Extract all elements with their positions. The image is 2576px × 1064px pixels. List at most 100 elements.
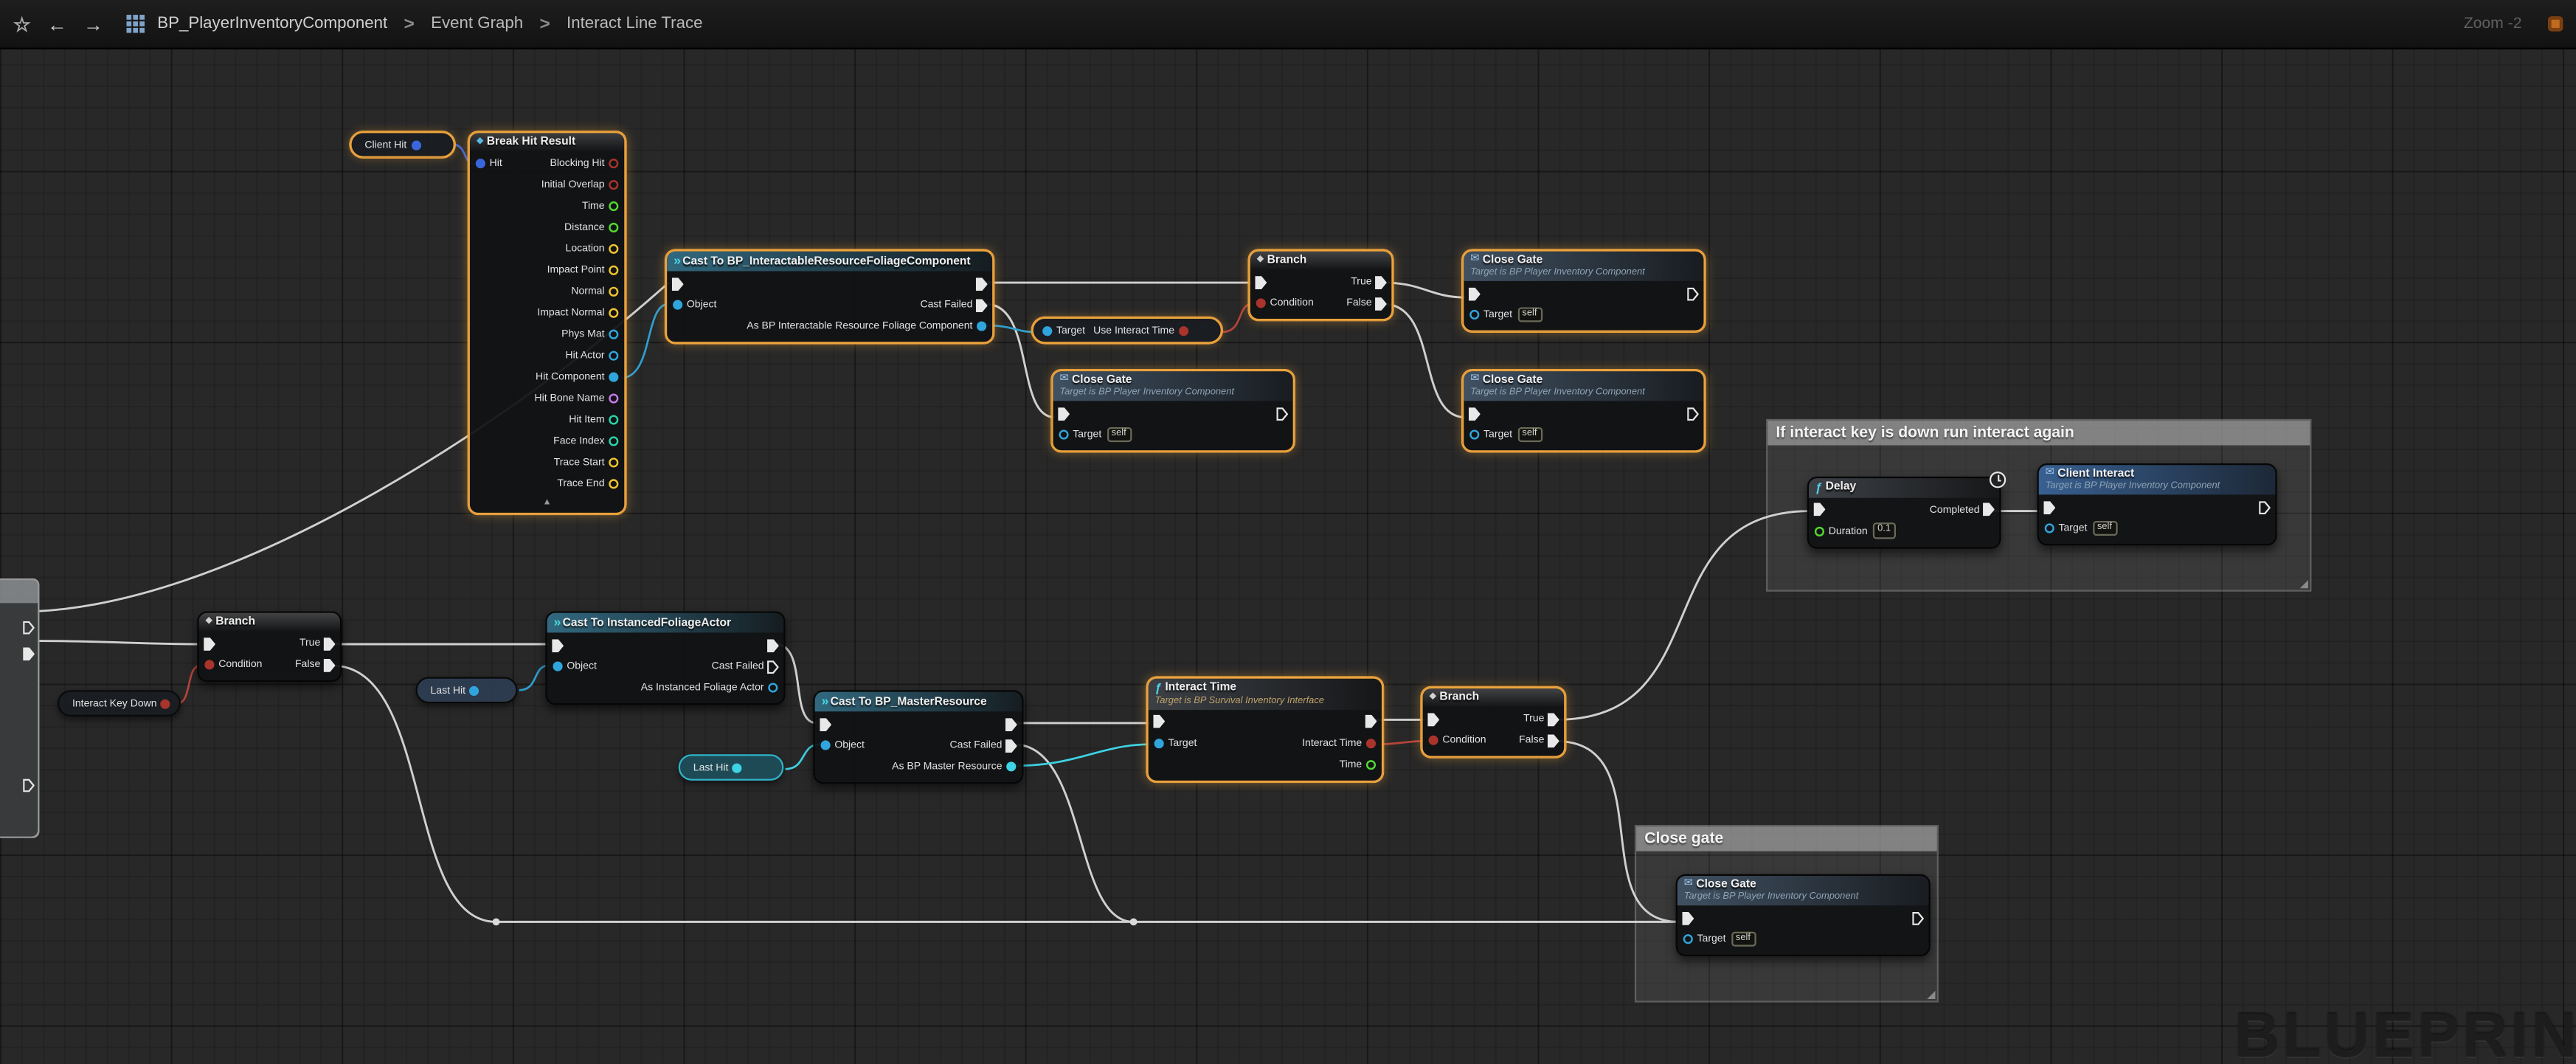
float-pin[interactable] xyxy=(608,201,620,213)
exec-pin[interactable] xyxy=(23,639,35,669)
exec-pin[interactable] xyxy=(204,637,215,650)
bool-pin[interactable] xyxy=(608,179,620,191)
cast-to-bp-interactable-resource-foliage-component[interactable]: »Cast To BP_InteractableResourceFoliageC… xyxy=(665,250,994,344)
object-pin[interactable] xyxy=(1469,429,1481,441)
exec-pin[interactable] xyxy=(1548,712,1559,725)
struct-pin[interactable] xyxy=(410,139,422,151)
node-header[interactable]: ◆Break Hit Result xyxy=(470,133,624,151)
node-header[interactable]: »Cast To InstancedFoliageActor xyxy=(547,613,784,633)
exec-pin[interactable] xyxy=(1469,407,1481,420)
int-pin[interactable] xyxy=(608,435,620,447)
delay[interactable]: ƒDelayCompletedDuration0.1 xyxy=(1807,477,2001,548)
comment-title[interactable]: Close gate xyxy=(1636,826,1937,851)
interact-key-down-pill[interactable]: Interact Key Down xyxy=(58,690,181,716)
corner-icon[interactable] xyxy=(2548,16,2563,31)
pin-value-box[interactable]: 0.1 xyxy=(1872,523,1895,539)
bool-pin[interactable] xyxy=(608,158,620,170)
client-interact[interactable]: ✉Client InteractTarget is BP Player Inve… xyxy=(2037,463,2277,545)
favorite-star-icon[interactable]: ☆ xyxy=(13,14,31,34)
object-pin[interactable] xyxy=(552,660,564,672)
node-header[interactable]: ◆Branch xyxy=(1423,688,1565,706)
object-pin[interactable] xyxy=(608,328,620,340)
bool-pin[interactable] xyxy=(1177,325,1189,336)
exec-pin[interactable] xyxy=(1365,715,1377,728)
exec-pin[interactable] xyxy=(1058,407,1070,420)
exec-pin[interactable] xyxy=(1983,502,1995,516)
bool-pin[interactable] xyxy=(160,697,172,709)
pin-value-box[interactable]: self xyxy=(1517,307,1542,322)
vector-pin[interactable] xyxy=(608,286,620,298)
object-pin[interactable] xyxy=(608,350,620,362)
graph-canvas[interactable]: BLUEPRINT xyxy=(0,0,2576,1064)
exec-pin[interactable] xyxy=(1005,739,1017,752)
exec-pin[interactable] xyxy=(1912,911,1924,925)
grid-icon[interactable] xyxy=(126,15,131,20)
object-pin[interactable] xyxy=(1042,325,1053,336)
pin-value-box[interactable]: self xyxy=(2092,520,2116,536)
comment-resize-handle[interactable] xyxy=(1927,991,1935,999)
exec-pin[interactable] xyxy=(2043,500,2055,514)
bool-pin[interactable] xyxy=(1255,297,1267,309)
interact-time[interactable]: ƒInteract TimeTarget is BP Survival Inve… xyxy=(1146,677,1383,781)
use-interact-time-pill[interactable]: TargetUse Interact Time xyxy=(1032,317,1222,344)
pin-value-box[interactable]: self xyxy=(1731,931,1755,947)
name-pin[interactable] xyxy=(608,393,620,404)
exec-pin[interactable] xyxy=(1153,715,1165,728)
exec-pin[interactable] xyxy=(1687,287,1699,300)
breadcrumb-item-interact-line-trace[interactable]: Interact Line Trace xyxy=(567,15,702,32)
exec-pin[interactable] xyxy=(1375,275,1387,289)
breadcrumb-item-event-graph[interactable]: Event Graph xyxy=(431,15,523,32)
exec-pin[interactable] xyxy=(820,717,831,730)
exec-pin[interactable] xyxy=(324,637,336,650)
float-pin[interactable] xyxy=(608,222,620,234)
vector-pin[interactable] xyxy=(608,478,620,490)
exec-pin[interactable] xyxy=(976,298,988,311)
close-gate-under-pill[interactable]: ✉Close GateTarget is BP Player Inventory… xyxy=(1051,370,1295,452)
exec-pin[interactable] xyxy=(552,638,564,652)
int-pin[interactable] xyxy=(608,414,620,426)
offscreen-node[interactable] xyxy=(0,578,39,838)
exec-pin[interactable] xyxy=(1255,275,1267,289)
close-gate-right-1[interactable]: ✉Close GateTarget is BP Player Inventory… xyxy=(1462,250,1706,332)
comment-resize-handle[interactable] xyxy=(2300,580,2308,588)
bool-pin[interactable] xyxy=(1427,734,1439,746)
node-header[interactable]: ✉Close GateTarget is BP Player Inventory… xyxy=(1464,371,1703,401)
node-header[interactable]: ✉Close GateTarget is BP Player Inventory… xyxy=(1677,876,1929,905)
object-pin[interactable] xyxy=(976,320,988,332)
node-header[interactable]: ✉Client InteractTarget is BP Player Inve… xyxy=(2039,465,2276,494)
node-header[interactable]: »Cast To BP_InteractableResourceFoliageC… xyxy=(667,252,992,272)
object-pin[interactable] xyxy=(1153,737,1165,749)
pin-value-box[interactable]: self xyxy=(1107,426,1131,442)
object-pin[interactable] xyxy=(469,685,481,697)
close-gate-bottom[interactable]: ✉Close GateTarget is BP Player Inventory… xyxy=(1676,874,1931,956)
node-header[interactable]: »Cast To BP_MasterResource xyxy=(815,692,1022,712)
exec-pin[interactable] xyxy=(1687,407,1699,420)
object-pin[interactable] xyxy=(1682,933,1694,945)
exec-pin[interactable] xyxy=(324,658,336,671)
vector-pin[interactable] xyxy=(608,307,620,319)
node-header[interactable]: ✉Close GateTarget is BP Player Inventory… xyxy=(1464,252,1703,281)
comment-title[interactable]: If interact key is down run interact aga… xyxy=(1767,421,2310,445)
object-pin[interactable] xyxy=(820,739,831,751)
exec-pin[interactable] xyxy=(672,277,684,290)
breadcrumb-item-blueprint[interactable]: BP_PlayerInventoryComponent xyxy=(157,15,387,32)
exec-pin[interactable] xyxy=(1682,911,1694,925)
exec-pin[interactable] xyxy=(767,660,779,673)
exec-pin[interactable] xyxy=(1427,712,1439,725)
float-pin[interactable] xyxy=(1814,525,1826,537)
exec-pin[interactable] xyxy=(23,613,35,643)
cyan-pin[interactable] xyxy=(732,761,744,773)
exec-pin[interactable] xyxy=(1814,502,1826,516)
collapse-arrow-icon[interactable]: ▲ xyxy=(470,500,624,512)
node-header[interactable]: ◆Branch xyxy=(198,613,340,631)
exec-pin[interactable] xyxy=(2259,500,2271,514)
object-pin[interactable] xyxy=(672,299,684,311)
struct-pin[interactable] xyxy=(475,158,487,170)
node-header[interactable]: ✉Close GateTarget is BP Player Inventory… xyxy=(1053,371,1293,401)
node-header[interactable]: ƒDelay xyxy=(1809,478,1999,497)
last-hit-pill-2[interactable]: Last Hit xyxy=(679,754,784,781)
vector-pin[interactable] xyxy=(608,265,620,277)
bool-pin[interactable] xyxy=(1365,737,1377,749)
bool-pin[interactable] xyxy=(204,659,215,671)
exec-pin[interactable] xyxy=(1005,717,1017,730)
